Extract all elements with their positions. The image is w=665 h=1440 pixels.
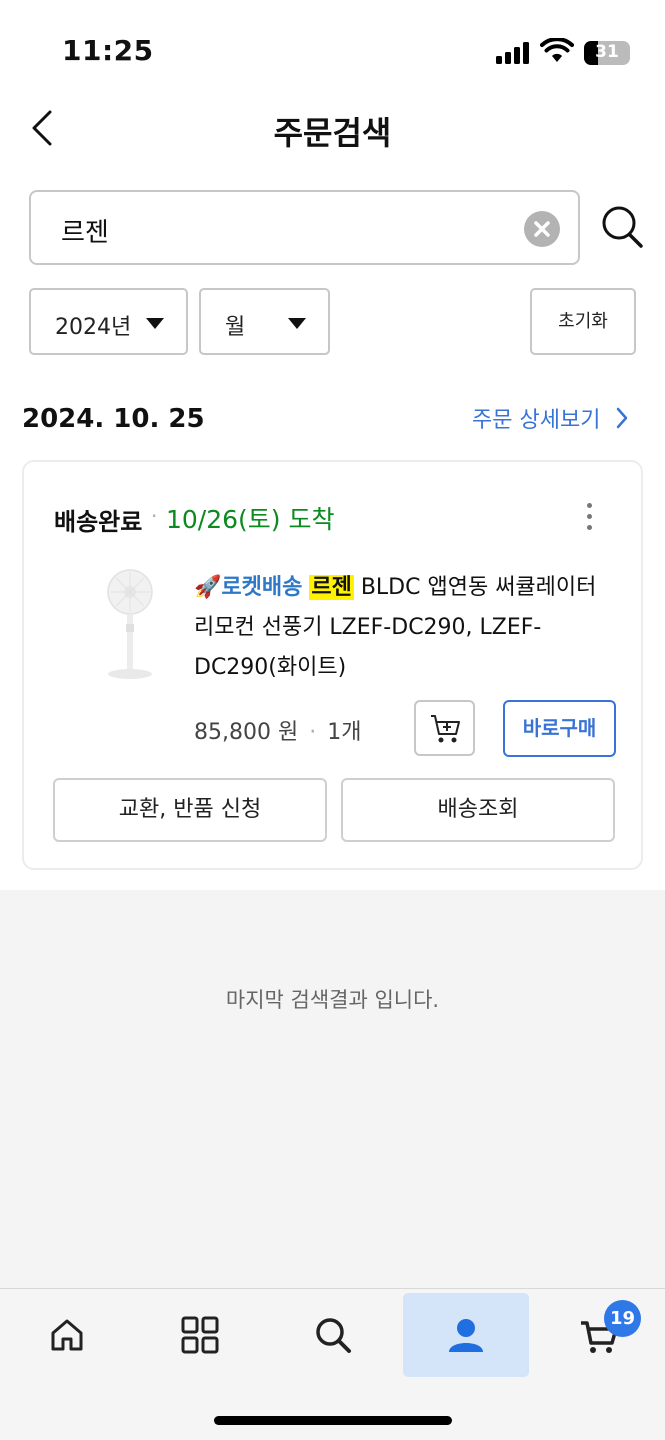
tab-my-page[interactable]	[403, 1293, 529, 1377]
search-input[interactable]: 르젠	[29, 190, 580, 265]
product-title[interactable]: 🚀로켓배송 르젠 BLDC 앱연동 써큘레이터 리모컨 선풍기 LZEF-DC2…	[194, 568, 614, 688]
arrival-date: 10/26(토) 도착	[166, 505, 335, 534]
user-icon	[449, 1319, 483, 1352]
order-date: 2024. 10. 25	[22, 404, 205, 434]
tab-home[interactable]	[4, 1293, 130, 1377]
chevron-right-icon[interactable]	[614, 406, 630, 430]
product-qty: 1개	[327, 720, 362, 745]
order-card: 배송완료 · 10/26(토) 도착 🚀로켓배송 르젠 BLDC 앱연동 써큘레…	[22, 460, 643, 870]
add-to-cart-button[interactable]	[414, 700, 475, 756]
tab-search[interactable]	[270, 1293, 396, 1377]
cart-count-badge: 19	[604, 1300, 641, 1337]
tab-categories[interactable]	[137, 1293, 263, 1377]
home-icon	[51, 1319, 83, 1351]
search-button[interactable]	[600, 204, 644, 250]
month-select[interactable]: 월	[199, 288, 330, 355]
price-qty: 85,800 원 · 1개	[194, 714, 361, 746]
home-indicator	[214, 1416, 452, 1425]
product-price: 85,800 원	[194, 720, 299, 745]
clear-search-button[interactable]	[524, 211, 560, 247]
tab-cart[interactable]	[536, 1293, 662, 1377]
separator: ·	[309, 720, 317, 745]
rocket-delivery-label: 🚀로켓배송	[194, 575, 303, 600]
results-end-area: 마지막 검색결과 입니다.	[0, 890, 665, 1288]
exchange-return-button[interactable]: 교환, 반품 신청	[53, 778, 327, 842]
year-select[interactable]: 2024년	[29, 288, 188, 355]
close-icon	[534, 221, 550, 237]
more-options-button[interactable]	[580, 500, 600, 534]
wifi-icon	[540, 38, 574, 62]
buy-now-button[interactable]: 바로구매	[503, 700, 616, 757]
delivery-status: 배송완료	[54, 508, 143, 536]
end-of-results-message: 마지막 검색결과 입니다.	[225, 988, 440, 1012]
chevron-down-icon	[146, 318, 164, 329]
battery-icon: 31	[584, 41, 630, 65]
header: 주문검색	[0, 100, 665, 156]
separator: ·	[151, 504, 158, 528]
search-highlight: 르젠	[309, 575, 354, 600]
status-bar: 11:25 31	[0, 0, 665, 100]
search-input-value[interactable]: 르젠	[61, 212, 109, 249]
cart-plus-icon	[431, 715, 460, 743]
product-image[interactable]	[74, 562, 184, 692]
search-icon	[316, 1318, 351, 1353]
chevron-down-icon	[288, 318, 306, 329]
signal-icon	[496, 42, 532, 64]
order-detail-link[interactable]: 주문 상세보기	[472, 402, 600, 434]
reset-button[interactable]: 초기화	[530, 288, 636, 355]
grid-icon	[181, 1316, 219, 1354]
status-time: 11:25	[62, 34, 154, 67]
track-delivery-button[interactable]: 배송조회	[341, 778, 615, 842]
month-select-value: 월	[225, 315, 246, 340]
year-select-value: 2024년	[55, 315, 132, 340]
page-title: 주문검색	[273, 114, 392, 152]
battery-level: 31	[595, 42, 619, 62]
